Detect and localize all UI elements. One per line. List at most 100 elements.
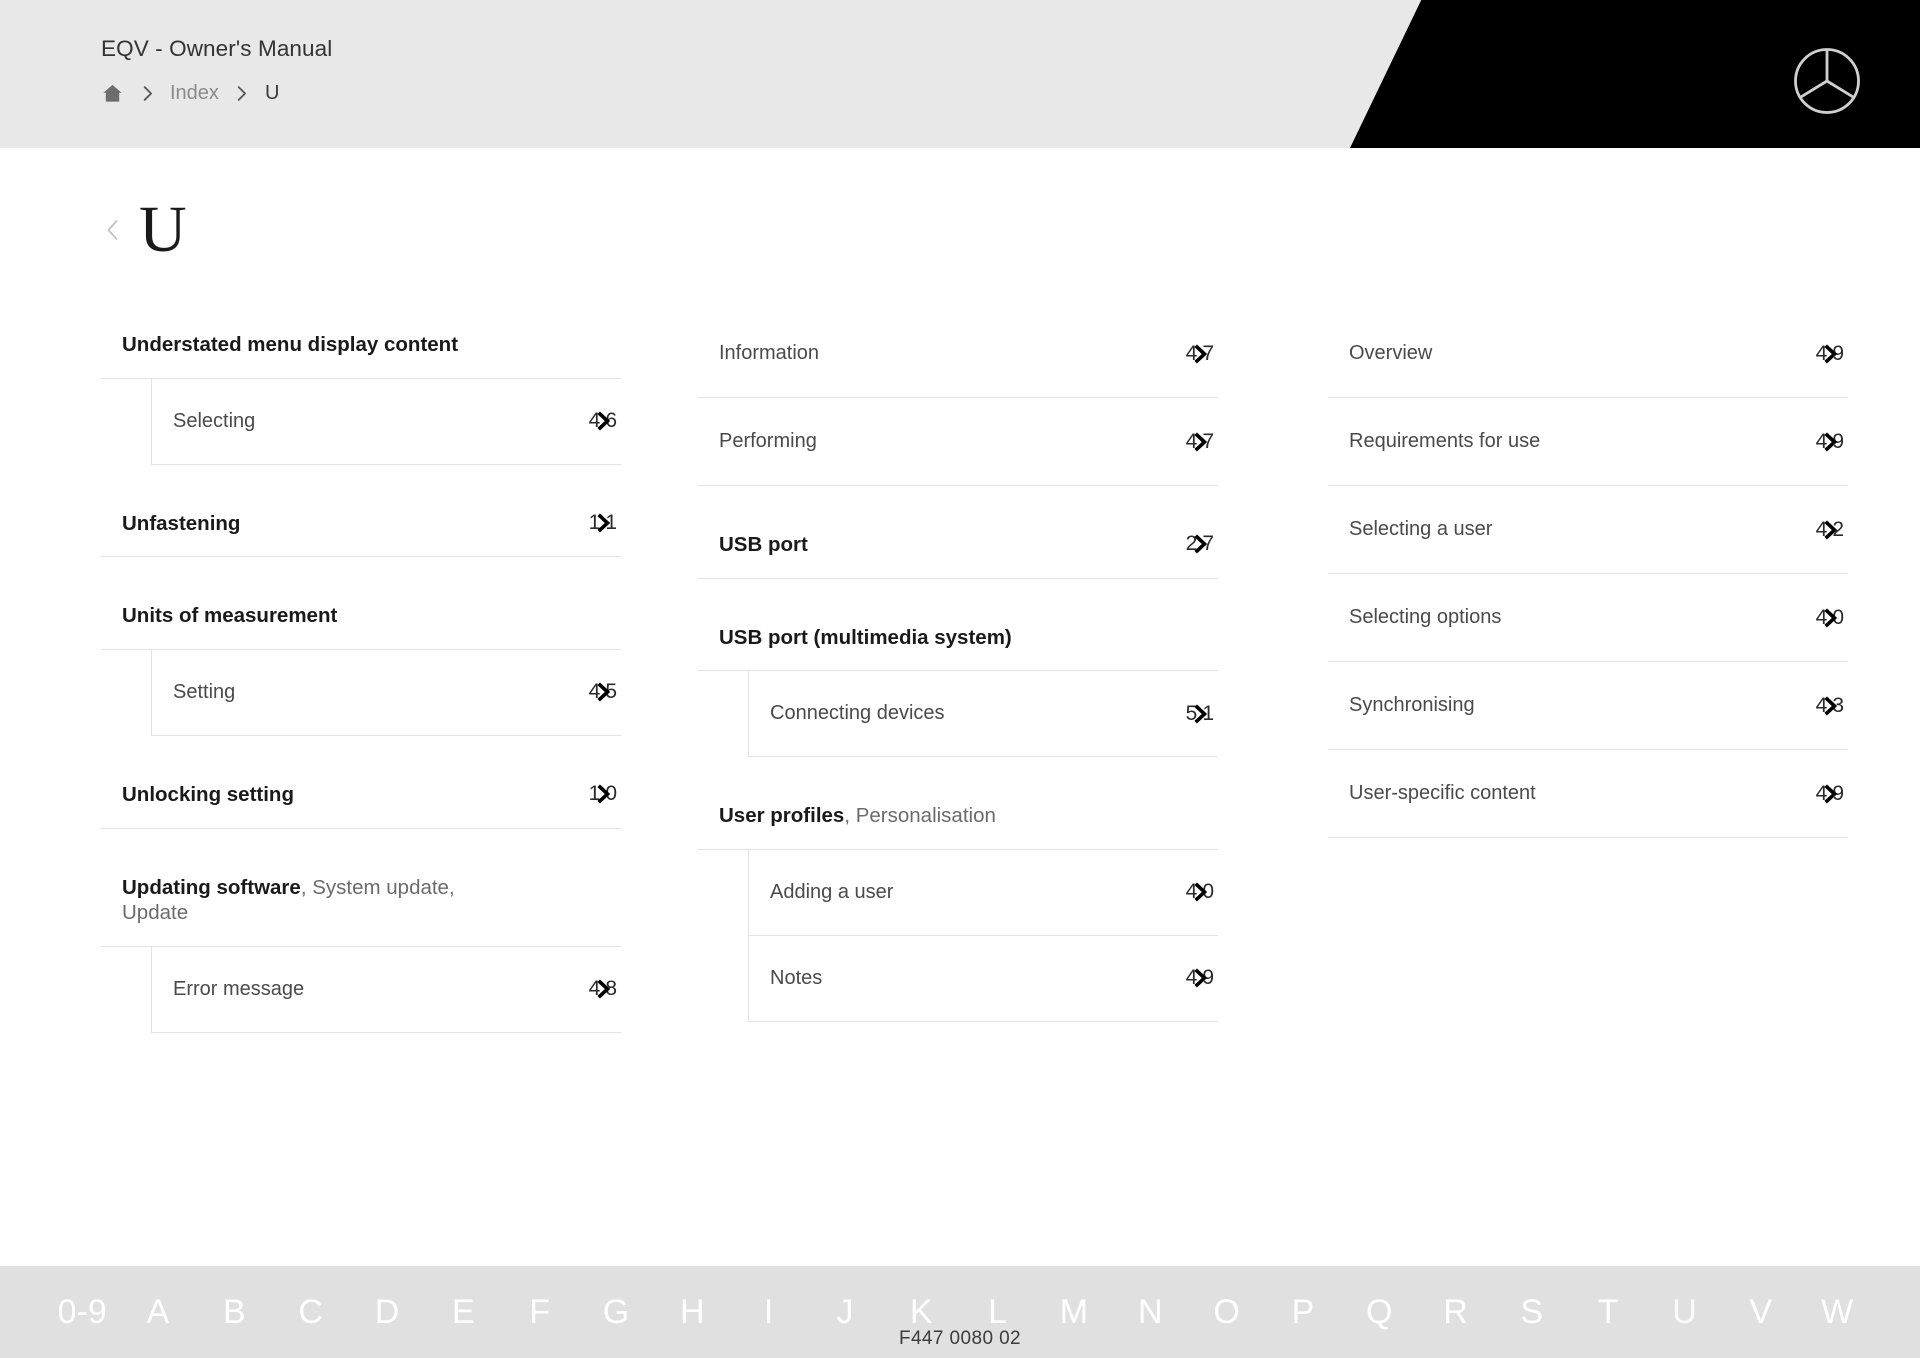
page-reference[interactable]: 4 3 <box>1816 694 1844 718</box>
page-title: U <box>101 190 187 270</box>
page-reference[interactable]: 4 0 <box>1816 606 1844 630</box>
chevron-left-icon[interactable] <box>101 210 127 250</box>
index-entry[interactable]: Synchronising 4 3 <box>1328 662 1848 750</box>
index-entry-label: USB port <box>719 533 808 556</box>
alpha-nav-u[interactable]: U <box>1647 1293 1723 1332</box>
page-reference[interactable]: 4 8 <box>589 977 617 1001</box>
index-entry[interactable]: Selecting options 4 0 <box>1328 574 1848 662</box>
index-subentry[interactable]: Selecting 4 6 <box>152 379 621 465</box>
index-entry[interactable]: Selecting a user 4 2 <box>1328 486 1848 574</box>
alpha-nav-w[interactable]: W <box>1800 1293 1876 1332</box>
index-entry[interactable]: Overview 4 9 <box>1328 310 1848 398</box>
index-subentry-group: Setting 4 5 <box>151 649 621 736</box>
home-icon[interactable] <box>101 82 124 105</box>
alpha-nav-v[interactable]: V <box>1723 1293 1799 1332</box>
index-entry: Understated menu display content Selecti… <box>101 310 621 465</box>
alpha-nav-c[interactable]: C <box>273 1293 349 1332</box>
mercedes-benz-star-icon[interactable] <box>1792 46 1862 116</box>
index-entry: Unfastening 1 1 <box>101 489 621 558</box>
alpha-nav-m[interactable]: M <box>1036 1293 1112 1332</box>
alpha-nav-j[interactable]: J <box>807 1293 883 1332</box>
page-reference[interactable]: 2 7 <box>1186 532 1214 556</box>
page-reference[interactable]: 4 9 <box>1186 966 1214 990</box>
manual-title: EQV - Owner's Manual <box>101 36 333 61</box>
page-reference[interactable]: 4 7 <box>1186 430 1214 454</box>
page-reference[interactable]: 4 7 <box>1186 342 1214 366</box>
index-entry-heading[interactable]: Updating software, System update, Update <box>101 853 621 947</box>
index-entry-heading[interactable]: Unfastening 1 1 <box>101 489 621 558</box>
index-entry[interactable]: Information 4 7 <box>698 310 1218 398</box>
alpha-nav-k[interactable]: K <box>884 1293 960 1332</box>
alpha-nav-g[interactable]: G <box>578 1293 654 1332</box>
index-columns: Understated menu display content Selecti… <box>0 310 1920 1033</box>
page-reference[interactable]: 4 6 <box>589 409 617 433</box>
index-entry[interactable]: Performing 4 7 <box>698 398 1218 486</box>
index-subentry[interactable]: Adding a user 4 0 <box>749 850 1218 936</box>
alpha-nav-a[interactable]: A <box>120 1293 196 1332</box>
index-entry[interactable]: Requirements for use 4 9 <box>1328 398 1848 486</box>
index-entry-label: User profiles, Personalisation <box>719 804 996 828</box>
alpha-nav-t[interactable]: T <box>1571 1293 1647 1332</box>
alpha-nav-s[interactable]: S <box>1494 1293 1570 1332</box>
index-entry: Units of measurement Setting 4 5 <box>101 581 621 736</box>
chevron-right-icon <box>596 681 612 703</box>
alpha-nav-o[interactable]: O <box>1189 1293 1265 1332</box>
index-subentry-label: Setting <box>173 680 236 703</box>
page-reference[interactable]: 1 1 <box>589 511 617 535</box>
index-entry-heading[interactable]: Units of measurement <box>101 581 621 650</box>
alpha-nav-b[interactable]: B <box>197 1293 273 1332</box>
index-subentry[interactable]: Setting 4 5 <box>152 650 621 736</box>
page-reference[interactable]: 4 5 <box>589 680 617 704</box>
document-code: F447 0080 02 <box>898 1328 1022 1349</box>
chevron-right-icon <box>1823 343 1839 365</box>
page-title-letter: U <box>139 193 187 266</box>
alpha-nav-q[interactable]: Q <box>1342 1293 1418 1332</box>
breadcrumb-item-index[interactable]: Index <box>170 82 219 105</box>
index-entry: USB port 2 7 <box>698 510 1218 579</box>
index-subentry[interactable]: Error message 4 8 <box>152 947 621 1033</box>
index-entry-heading[interactable]: Unlocking setting 1 0 <box>101 760 621 829</box>
index-subentry[interactable]: Notes 4 9 <box>749 936 1218 1022</box>
page-reference[interactable]: 4 9 <box>1816 342 1844 366</box>
alpha-nav-p[interactable]: P <box>1265 1293 1341 1332</box>
page-reference[interactable]: 4 2 <box>1816 518 1844 542</box>
index-subentry-label: Error message <box>173 977 305 1000</box>
index-entry-label: Overview <box>1349 342 1433 364</box>
alpha-nav-d[interactable]: D <box>349 1293 425 1332</box>
index-entry[interactable]: User-specific content 4 9 <box>1328 750 1848 838</box>
page-reference[interactable]: 4 9 <box>1816 782 1844 806</box>
index-subentry-group: Adding a user 4 0 Notes 4 9 <box>748 849 1218 1022</box>
index-column-2: Information 4 7 Performing 4 7 USB port … <box>698 310 1218 1033</box>
index-entry: USB port (multimedia system) Connecting … <box>698 603 1218 758</box>
page-reference[interactable]: 5 1 <box>1186 702 1214 726</box>
index-entry-heading[interactable]: User profiles, Personalisation <box>698 781 1218 850</box>
alpha-nav-e[interactable]: E <box>426 1293 502 1332</box>
index-entry-label: Synchronising <box>1349 694 1475 716</box>
chevron-right-icon <box>596 410 612 432</box>
alpha-nav-i[interactable]: I <box>731 1293 807 1332</box>
index-entry: User profiles, Personalisation Adding a … <box>698 781 1218 1022</box>
alpha-nav-h[interactable]: H <box>655 1293 731 1332</box>
alpha-nav-l[interactable]: L <box>960 1293 1036 1332</box>
index-entry-label: Requirements for use <box>1349 430 1541 452</box>
chevron-right-icon <box>1823 519 1839 541</box>
index-entry-heading[interactable]: USB port (multimedia system) <box>698 603 1218 672</box>
alpha-nav-f[interactable]: F <box>502 1293 578 1332</box>
index-subentry-group: Connecting devices 5 1 <box>748 671 1218 758</box>
index-subentry[interactable]: Connecting devices 5 1 <box>749 671 1218 758</box>
page-reference[interactable]: 1 0 <box>589 782 617 806</box>
alpha-nav-0-9[interactable]: 0-9 <box>44 1293 120 1332</box>
alpha-nav-r[interactable]: R <box>1418 1293 1494 1332</box>
alpha-nav-n[interactable]: N <box>1113 1293 1189 1332</box>
index-entry-label: Unfastening <box>122 511 241 535</box>
index-entry-heading[interactable]: USB port 2 7 <box>698 510 1218 579</box>
page-reference[interactable]: 4 9 <box>1816 430 1844 454</box>
index-entry-label: User-specific content <box>1349 782 1536 804</box>
index-entry-heading[interactable]: Understated menu display content <box>101 310 621 379</box>
index-entry-label: Unlocking setting <box>122 782 294 806</box>
page-reference[interactable]: 4 0 <box>1186 880 1214 904</box>
